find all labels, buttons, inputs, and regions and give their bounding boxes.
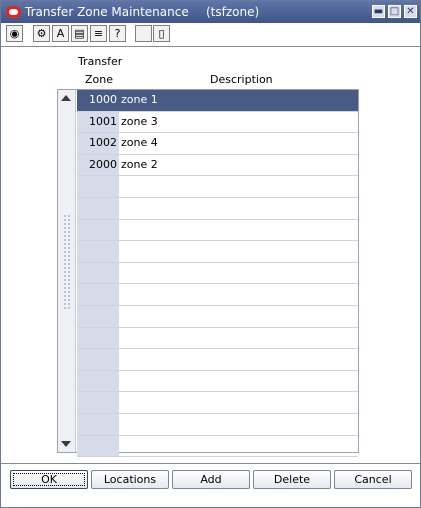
zone-cell[interactable] — [77, 176, 119, 197]
scroll-grip[interactable] — [63, 214, 71, 310]
window-title: Transfer Zone Maintenance — [25, 5, 189, 19]
description-cell[interactable]: zone 3 — [119, 112, 358, 133]
table-row[interactable] — [77, 219, 358, 242]
table-row[interactable] — [77, 197, 358, 220]
zone-cell[interactable] — [77, 219, 119, 241]
oracle-logo-icon — [6, 6, 21, 18]
table-row[interactable]: 1000 zone 1 — [77, 90, 358, 112]
zone-cell[interactable] — [77, 241, 119, 262]
zone-cell[interactable]: 1001 — [77, 111, 119, 133]
close-icon[interactable]: ✕ — [404, 5, 417, 18]
zone-cell[interactable] — [77, 284, 119, 305]
table-row[interactable] — [77, 435, 358, 458]
list-icon[interactable]: ≡ — [90, 25, 107, 42]
zone-cell[interactable] — [77, 327, 119, 349]
button-divider — [1, 463, 420, 464]
help-icon[interactable]: ? — [109, 25, 126, 42]
zone-cell[interactable] — [77, 392, 119, 413]
description-cell[interactable] — [119, 414, 358, 435]
description-cell[interactable] — [119, 284, 358, 305]
table-row[interactable]: 1002 zone 4 — [77, 133, 358, 155]
description-cell[interactable] — [119, 198, 358, 219]
zone-cell[interactable]: 1002 — [77, 133, 119, 154]
description-cell[interactable] — [119, 306, 358, 327]
table-row[interactable] — [77, 413, 358, 436]
scroll-up-icon[interactable] — [61, 95, 71, 101]
window-subtitle: (tsfzone) — [206, 5, 260, 19]
description-cell[interactable] — [119, 263, 358, 284]
description-cell[interactable]: zone 1 — [119, 90, 358, 111]
title-bar[interactable]: Transfer Zone Maintenance (tsfzone) ▬ □ … — [1, 1, 420, 23]
description-cell[interactable] — [119, 241, 358, 262]
header-zone: Zone — [85, 73, 114, 86]
text-edit-icon[interactable]: A — [52, 25, 69, 42]
description-cell[interactable]: zone 2 — [119, 155, 358, 176]
minimize-icon[interactable]: ▬ — [372, 5, 385, 18]
zone-cell[interactable] — [77, 305, 119, 327]
description-cell[interactable] — [119, 392, 358, 413]
table-row[interactable]: 2000 zone 2 — [77, 154, 358, 177]
table-row[interactable] — [77, 327, 358, 350]
table-row[interactable] — [77, 305, 358, 328]
header-description: Description — [210, 73, 273, 86]
table-row[interactable] — [77, 370, 358, 393]
page-icon[interactable]: ▯ — [153, 25, 170, 42]
description-cell[interactable] — [119, 349, 358, 370]
table-row[interactable] — [77, 176, 358, 198]
add-button[interactable]: Add — [172, 470, 250, 489]
zone-cell[interactable] — [77, 435, 119, 457]
scroll-down-icon[interactable] — [61, 441, 71, 447]
description-cell[interactable] — [119, 328, 358, 349]
table-row[interactable] — [77, 241, 358, 263]
zone-table: 1000 zone 1 1001 zone 3 1002 zone 4 2000 zone 2 — [57, 89, 359, 458]
zone-cell[interactable]: 1000 — [77, 90, 119, 111]
description-cell[interactable]: zone 4 — [119, 133, 358, 154]
zone-cell[interactable] — [77, 197, 119, 219]
header-transfer: Transfer — [78, 55, 123, 68]
table-row[interactable]: 1001 zone 3 — [77, 111, 358, 134]
description-cell[interactable] — [119, 436, 358, 457]
description-cell[interactable] — [119, 176, 358, 197]
zone-cell[interactable]: 2000 — [77, 154, 119, 176]
locations-button[interactable]: Locations — [91, 470, 169, 489]
table-row[interactable] — [77, 284, 358, 306]
maximize-icon[interactable]: □ — [388, 5, 401, 18]
transfer-zone-window: Transfer Zone Maintenance (tsfzone) ▬ □ … — [0, 0, 421, 508]
zone-cell[interactable] — [77, 349, 119, 370]
description-cell[interactable] — [119, 371, 358, 392]
vertical-scrollbar[interactable] — [58, 90, 76, 452]
ok-button[interactable]: OK — [10, 470, 88, 489]
document-icon[interactable]: ▤ — [71, 25, 88, 42]
toolbar-divider — [1, 46, 420, 47]
table-body: 1000 zone 1 1001 zone 3 1002 zone 4 2000 zone 2 — [77, 90, 358, 458]
zone-cell[interactable] — [77, 262, 119, 284]
description-cell[interactable] — [119, 220, 358, 241]
gear-icon[interactable]: ⚙ — [33, 25, 50, 42]
table-row[interactable] — [77, 262, 358, 285]
delete-button[interactable]: Delete — [253, 470, 331, 489]
table-row[interactable] — [77, 349, 358, 371]
zone-cell[interactable] — [77, 370, 119, 392]
table-row[interactable] — [77, 392, 358, 414]
globe-icon[interactable]: ◉ — [6, 25, 23, 42]
blank-icon[interactable] — [135, 25, 152, 42]
zone-cell[interactable] — [77, 413, 119, 435]
toolbar: ◉ ⚙ A ▤ ≡ ? ▯ — [1, 23, 420, 45]
cancel-button[interactable]: Cancel — [334, 470, 412, 489]
